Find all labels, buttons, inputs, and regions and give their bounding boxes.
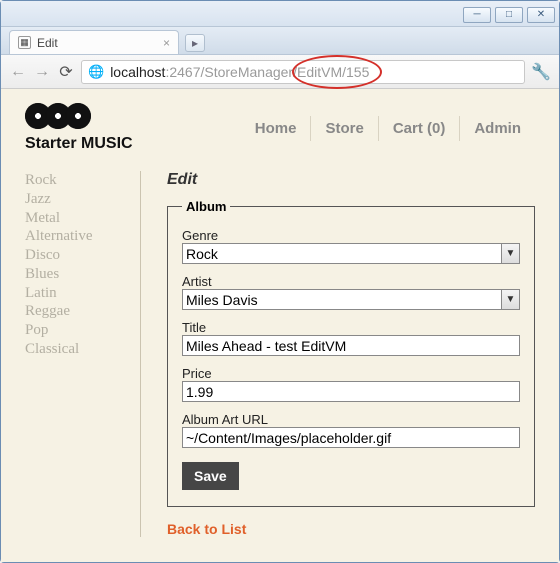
nav-store[interactable]: Store xyxy=(310,116,377,141)
url-host: localhost xyxy=(110,64,165,80)
tab-close-icon[interactable]: × xyxy=(163,36,170,50)
genre-select[interactable]: Rock ▼ xyxy=(182,243,520,264)
sidebar-genre[interactable]: Metal xyxy=(25,209,134,228)
title-label: Title xyxy=(182,320,520,335)
page-body: Starter MUSIC Home Store Cart (0) Admin … xyxy=(1,89,559,562)
artist-select[interactable]: Miles Davis ▼ xyxy=(182,289,520,310)
artist-label: Artist xyxy=(182,274,520,289)
top-nav: Home Store Cart (0) Admin xyxy=(241,116,535,141)
genre-select-value: Rock xyxy=(186,246,218,262)
chevron-down-icon[interactable]: ▼ xyxy=(501,244,519,263)
browser-window: ─ □ ✕ ▦ Edit × ▸ ← → ⟳ 🌐 localhost:2467/… xyxy=(0,0,560,563)
price-input[interactable] xyxy=(182,381,520,402)
window-close-button[interactable]: ✕ xyxy=(527,7,555,23)
browser-tab[interactable]: ▦ Edit × xyxy=(9,30,179,54)
back-to-list-link[interactable]: Back to List xyxy=(167,521,246,537)
globe-icon: 🌐 xyxy=(88,64,104,80)
chevron-down-icon[interactable]: ▼ xyxy=(501,290,519,309)
back-icon[interactable]: ← xyxy=(9,63,27,81)
url-path: :2467/StoreManager/EditVM/155 xyxy=(165,64,369,80)
page-title: Edit xyxy=(167,171,535,189)
sidebar-genre[interactable]: Rock xyxy=(25,171,134,190)
sidebar-genre[interactable]: Reggae xyxy=(25,302,134,321)
sidebar-genre[interactable]: Blues xyxy=(25,265,134,284)
sidebar-genre[interactable]: Jazz xyxy=(25,190,134,209)
forward-icon[interactable]: → xyxy=(33,63,51,81)
window-maximize-button[interactable]: □ xyxy=(495,7,523,23)
site-logo xyxy=(25,103,133,129)
tab-title: Edit xyxy=(37,36,58,50)
new-tab-button[interactable]: ▸ xyxy=(185,34,205,52)
vinyl-disc-icon xyxy=(65,103,91,129)
art-url-input[interactable] xyxy=(182,427,520,448)
save-button[interactable]: Save xyxy=(182,462,239,490)
main-content: Edit Album Genre Rock ▼ Artist Miles Dav xyxy=(141,171,535,537)
window-titlebar: ─ □ ✕ xyxy=(1,1,559,27)
sidebar-genre[interactable]: Pop xyxy=(25,321,134,340)
title-input[interactable] xyxy=(182,335,520,356)
genre-label: Genre xyxy=(182,228,520,243)
nav-admin[interactable]: Admin xyxy=(459,116,535,141)
reload-icon[interactable]: ⟳ xyxy=(57,62,75,82)
price-label: Price xyxy=(182,366,520,381)
fieldset-legend: Album xyxy=(182,199,230,214)
settings-wrench-icon[interactable]: 🔧 xyxy=(531,62,551,82)
nav-cart[interactable]: Cart (0) xyxy=(378,116,460,141)
window-minimize-button[interactable]: ─ xyxy=(463,7,491,23)
artist-select-value: Miles Davis xyxy=(186,292,258,308)
page-favicon-icon: ▦ xyxy=(18,36,31,49)
browser-tabstrip: ▦ Edit × ▸ xyxy=(1,27,559,55)
album-fieldset: Album Genre Rock ▼ Artist Miles Davis ▼ xyxy=(167,199,535,507)
sidebar-genre[interactable]: Alternative xyxy=(25,227,134,246)
genre-sidebar: Rock Jazz Metal Alternative Disco Blues … xyxy=(25,171,141,537)
art-url-label: Album Art URL xyxy=(182,412,520,427)
sidebar-genre[interactable]: Disco xyxy=(25,246,134,265)
sidebar-genre[interactable]: Latin xyxy=(25,284,134,303)
nav-home[interactable]: Home xyxy=(241,116,311,141)
address-bar[interactable]: 🌐 localhost:2467/StoreManager/EditVM/155 xyxy=(81,60,525,84)
site-brand: Starter MUSIC xyxy=(25,135,133,153)
sidebar-genre[interactable]: Classical xyxy=(25,340,134,359)
browser-toolbar: ← → ⟳ 🌐 localhost:2467/StoreManager/Edit… xyxy=(1,55,559,89)
